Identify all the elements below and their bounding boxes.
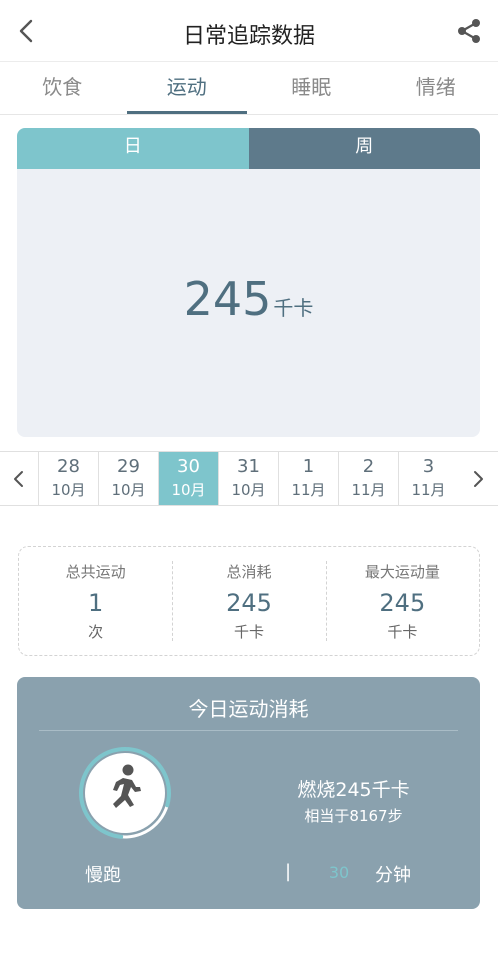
period-toggle: 日 周 (17, 128, 480, 169)
tab-mood[interactable]: 情绪 (374, 62, 498, 114)
date-month: 11月 (291, 481, 326, 499)
app-header: 日常追踪数据 (0, 0, 498, 62)
date-cell[interactable]: 3 11月 (398, 452, 458, 505)
burn-calories-text: 燃烧245千卡 (297, 779, 410, 801)
date-day: 28 (57, 456, 80, 477)
date-day: 1 (302, 456, 315, 477)
date-day: 2 (362, 456, 375, 477)
today-exercise-card: 今日运动消耗 燃烧245千卡 相当于8167步 慢跑 | 分钟 (17, 677, 480, 909)
stat-value: 245 (379, 589, 426, 617)
stat-unit: 次 (88, 623, 104, 641)
minutes-unit: 分钟 (375, 865, 411, 886)
date-month: 10月 (51, 481, 86, 499)
date-cell[interactable]: 31 10月 (218, 452, 278, 505)
date-month: 11月 (351, 481, 386, 499)
date-cell[interactable]: 29 10月 (98, 452, 158, 505)
next-dates-button[interactable] (458, 452, 498, 505)
date-month: 10月 (111, 481, 146, 499)
steps-equivalent-text: 相当于8167步 (304, 807, 403, 825)
tab-diet[interactable]: 饮食 (0, 62, 125, 114)
activity-ring[interactable] (77, 745, 173, 841)
stat-label: 总共运动 (65, 563, 126, 581)
calorie-value: 245 (183, 272, 272, 326)
stat-unit: 千卡 (233, 623, 264, 641)
stat-unit: 千卡 (387, 623, 418, 641)
chevron-right-icon (474, 470, 483, 487)
date-month: 10月 (171, 481, 206, 499)
minutes-separator: | (285, 861, 292, 882)
date-cell[interactable]: 2 11月 (338, 452, 398, 505)
date-cell-selected[interactable]: 30 10月 (158, 452, 218, 505)
tab-sleep[interactable]: 睡眠 (249, 62, 374, 114)
chevron-left-icon (14, 470, 23, 487)
calorie-summary-panel: 245 千卡 (17, 169, 480, 437)
stat-label: 总消耗 (226, 563, 272, 581)
exercise-stats: 总共运动 1 次 总消耗 245 千卡 最大运动量 245 千卡 (18, 546, 480, 656)
date-day: 29 (117, 456, 140, 477)
today-card-title: 今日运动消耗 (188, 697, 309, 721)
tab-exercise[interactable]: 运动 (125, 62, 250, 114)
stat-total-sessions: 总共运动 1 次 (19, 547, 172, 655)
stat-max-exercise: 最大运动量 245 千卡 (325, 547, 479, 655)
divider (39, 730, 458, 731)
date-day: 31 (237, 456, 260, 477)
date-day: 3 (422, 456, 435, 477)
minutes-input[interactable] (317, 863, 361, 882)
stat-label: 最大运动量 (364, 563, 440, 581)
activity-name: 慢跑 (85, 865, 121, 886)
date-day: 30 (177, 456, 200, 477)
share-icon[interactable] (454, 16, 484, 46)
date-cell[interactable]: 28 10月 (38, 452, 98, 505)
category-tabs: 饮食 运动 睡眠 情绪 (0, 62, 498, 115)
calorie-unit: 千卡 (273, 296, 314, 320)
prev-dates-button[interactable] (0, 452, 38, 505)
stat-value: 245 (226, 589, 272, 617)
date-month: 10月 (231, 481, 266, 499)
date-month: 11月 (411, 481, 446, 499)
page-title: 日常追踪数据 (182, 24, 315, 49)
date-strip: 28 10月 29 10月 30 10月 31 10月 1 11月 2 11月 … (0, 451, 498, 506)
stat-value: 1 (88, 589, 104, 617)
date-cell[interactable]: 1 11月 (278, 452, 338, 505)
stat-total-burn: 总消耗 245 千卡 (172, 547, 325, 655)
week-toggle-button[interactable]: 周 (248, 128, 480, 169)
calorie-summary: 245 千卡 (17, 272, 480, 326)
day-toggle-button[interactable]: 日 (17, 128, 249, 169)
